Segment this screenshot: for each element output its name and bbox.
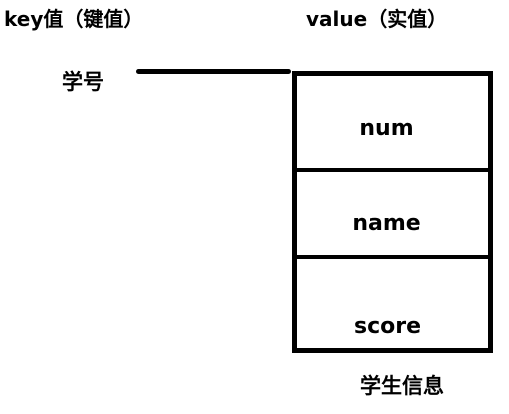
student-record-box: num name score bbox=[292, 71, 493, 353]
field-label-score: score bbox=[353, 314, 422, 339]
field-label-num: num bbox=[359, 115, 414, 141]
field-cell-name: name bbox=[297, 172, 488, 259]
field-cell-score: score bbox=[297, 259, 488, 348]
field-label-name: name bbox=[352, 211, 421, 236]
key-value-connector-line bbox=[136, 69, 291, 74]
field-cell-num: num bbox=[297, 76, 488, 172]
record-caption: 学生信息 bbox=[360, 374, 444, 398]
key-label: 学号 bbox=[62, 70, 104, 94]
key-header: key值（键值） bbox=[4, 7, 144, 31]
value-header: value（实值） bbox=[306, 7, 448, 31]
